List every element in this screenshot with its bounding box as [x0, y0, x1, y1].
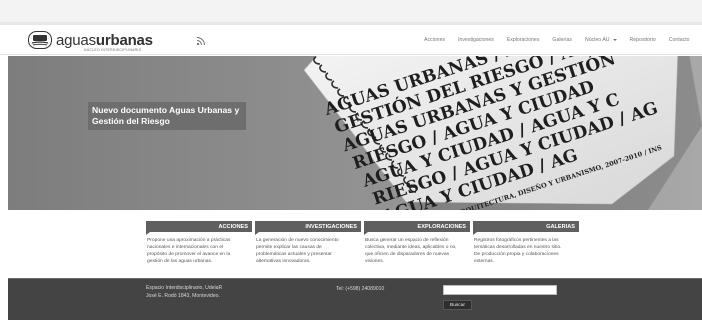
section-description: Registros fotográficos pertinentes a las…: [473, 232, 579, 265]
top-strip: [0, 0, 702, 22]
section-columns: ACCIONES Propone una aproximación a prác…: [146, 221, 586, 265]
site-header: aguasurbanas NÚCLEO INTERDISCIPLINARIO A…: [0, 25, 702, 55]
description-line: temáticas desarrolladas en nuestro sitio…: [474, 245, 562, 251]
description-line: Busca generar un espacio de reflexión: [365, 238, 449, 243]
description-line: problemáticas actuales y presentar: [256, 252, 332, 258]
nav-item-investigaciones[interactable]: Investigaciones: [458, 37, 494, 43]
hero-slider[interactable]: AGUAS URBANAS / AGUA Y CIU GESTIÓN DEL R…: [8, 56, 702, 210]
footer-address: Espacio Interdisciplinario, UdelaR José …: [146, 285, 222, 300]
description-line: propósito de promover el avance en la: [147, 252, 231, 258]
rss-icon[interactable]: [196, 36, 206, 46]
section-exploraciones: EXPLORACIONES Busca generar un espacio d…: [364, 221, 470, 265]
nav-label: Exploraciones: [506, 37, 540, 43]
section-description: La generación de nuevo conocimiento perm…: [255, 232, 361, 265]
nav-item-contacto[interactable]: Contacto: [669, 37, 690, 43]
nav-label: Acciones: [424, 37, 446, 43]
description-line: nacionales e internacionales con el: [147, 245, 224, 251]
section-title[interactable]: GALERIAS: [473, 221, 579, 235]
footer-phone: Tel: (+598) 24089010: [336, 286, 385, 292]
description-line: De producción propia y colaboraciones: [474, 252, 559, 258]
section-description: Busca generar un espacio de reflexión co…: [364, 232, 470, 265]
description-line: alternativas innovadoras.: [256, 259, 311, 265]
address-line: Espacio Interdisciplinario, UdelaR: [146, 285, 223, 291]
description-line: colectiva, mediante ideas, aplicables o …: [365, 245, 457, 251]
section-title[interactable]: EXPLORACIONES: [364, 221, 470, 235]
hero-caption-line: Gestión del Riesgo: [92, 116, 170, 127]
description-line: Registros fotográficos pertinentes a las: [474, 238, 559, 243]
hero-caption[interactable]: Nuevo documento Aguas Urbanas y Gestión …: [88, 102, 246, 131]
nav-item-galerias[interactable]: Galerías: [552, 37, 572, 43]
logo-word-bold: urbanas: [95, 31, 153, 49]
nav-label: Núcleo AU: [585, 37, 610, 43]
section-galerias: GALERIAS Registros fotográficos pertinen…: [473, 221, 579, 265]
hero-book-image: AGUAS URBANAS / AGUA Y CIU GESTIÓN DEL R…: [303, 56, 702, 210]
nav-item-nucleo-au[interactable]: Núcleo AU: [585, 37, 617, 43]
description-line: gestión de las aguas urbanas.: [147, 259, 213, 265]
description-line: externas.: [474, 259, 495, 265]
nav-label: Contacto: [668, 37, 690, 43]
logo-subtitle: NÚCLEO INTERDISCIPLINARIO: [84, 48, 142, 52]
nav-item-exploraciones[interactable]: Exploraciones: [507, 37, 540, 43]
address-line: José E. Rodó 1843, Montevideo.: [146, 292, 220, 299]
search-input[interactable]: [443, 285, 557, 295]
logo-icon: [28, 31, 52, 49]
nav-item-repositorio[interactable]: Repositorio: [630, 37, 656, 43]
section-acciones: ACCIONES Propone una aproximación a prác…: [146, 221, 252, 265]
nav-label: Galerías: [552, 37, 573, 43]
chevron-down-icon: [612, 39, 617, 41]
hero-caption-line: Nuevo documento Aguas Urbanas y: [92, 105, 240, 115]
section-title[interactable]: ACCIONES: [146, 221, 252, 235]
logo-word-thin: aguas: [56, 31, 96, 49]
nav-label: Repositorio: [629, 37, 656, 43]
description-line: La generación de nuevo conocimiento: [256, 238, 339, 243]
section-description: Propone una aproximación a prácticas nac…: [146, 232, 252, 265]
site-footer: Espacio Interdisciplinario, UdelaR José …: [8, 278, 702, 320]
nav-item-acciones[interactable]: Acciones: [424, 37, 445, 43]
description-line: permite explicar las causas de: [256, 245, 322, 251]
section-investigaciones: INVESTIGACIONES La generación de nuevo c…: [255, 221, 361, 265]
footer-divider: [8, 278, 702, 279]
nav-label: Investigaciones: [458, 37, 494, 43]
description-line: visiones.: [365, 259, 385, 265]
description-line: Propone una aproximación a prácticas: [147, 238, 231, 243]
search-button[interactable]: Buscar: [443, 300, 472, 310]
description-line: que oficien de disparadores de nuevas: [365, 252, 450, 258]
section-title[interactable]: INVESTIGACIONES: [255, 221, 361, 235]
main-nav: Acciones Investigaciones Exploraciones G…: [424, 25, 702, 55]
